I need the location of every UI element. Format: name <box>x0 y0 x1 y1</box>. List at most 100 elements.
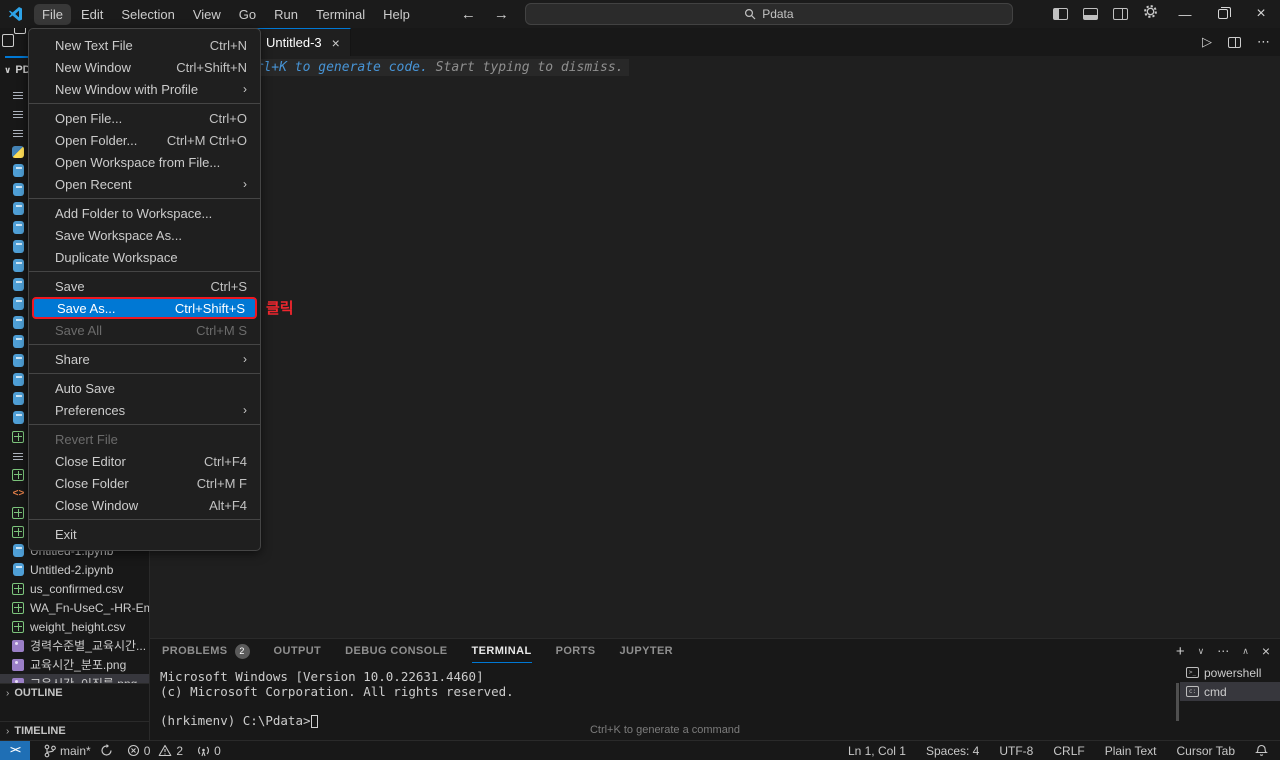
menu-item-open-recent[interactable]: Open Recent› <box>32 173 257 195</box>
more-actions-icon[interactable]: ⋯ <box>1257 34 1270 50</box>
timeline-section-header[interactable]: › TIMELINE <box>0 721 149 740</box>
menubar-item-go[interactable]: Go <box>231 4 264 25</box>
menu-item-preferences[interactable]: Preferences› <box>32 399 257 421</box>
menu-item-label: Close Window <box>55 498 138 513</box>
notebook-file-icon <box>13 373 24 386</box>
menubar-item-run[interactable]: Run <box>266 4 306 25</box>
panel-more-icon[interactable]: ⋯ <box>1217 644 1229 658</box>
menubar-item-help[interactable]: Help <box>375 4 418 25</box>
image-file-icon <box>12 640 24 652</box>
tree-item-경력수준별-교육시간[interactable]: 경력수준별_교육시간... <box>0 636 149 655</box>
git-branch-status[interactable]: main* <box>44 744 113 758</box>
menubar-item-file[interactable]: File <box>34 4 71 25</box>
panel-tab-bar: PROBLEMS2 OUTPUT DEBUG CONSOLE TERMINAL PORT… <box>150 639 1280 663</box>
statusbar-cursor-tab[interactable]: Cursor Tab <box>1177 744 1235 758</box>
panel-tab-debug-console[interactable]: DEBUG CONSOLE <box>345 639 447 663</box>
menu-item-new-text-file[interactable]: New Text FileCtrl+N <box>32 34 257 56</box>
menu-item-shortcut: Ctrl+Shift+N <box>176 60 247 75</box>
statusbar-utf-8[interactable]: UTF-8 <box>999 744 1033 758</box>
panel-tab-terminal[interactable]: TERMINAL <box>472 639 532 663</box>
terminal-instance-powershell[interactable]: >_powershell <box>1180 663 1280 682</box>
menu-item-label: Save <box>55 279 85 294</box>
tree-item-weight-height-csv[interactable]: weight_height.csv <box>0 617 149 636</box>
panel-close-icon[interactable]: × <box>1262 643 1270 659</box>
menu-item-save-workspace-as[interactable]: Save Workspace As... <box>32 224 257 246</box>
window-restore-button[interactable] <box>1204 0 1242 28</box>
tree-item-교육시간-분포-png[interactable]: 교육시간_분포.png <box>0 655 149 674</box>
menubar-item-edit[interactable]: Edit <box>73 4 111 25</box>
menubar-item-view[interactable]: View <box>185 4 229 25</box>
statusbar-plain-text[interactable]: Plain Text <box>1105 744 1157 758</box>
menu-item-duplicate-workspace[interactable]: Duplicate Workspace <box>32 246 257 268</box>
panel-tab-output[interactable]: OUTPUT <box>274 639 322 663</box>
table-file-icon <box>12 583 24 595</box>
radio-tower-icon <box>197 744 210 757</box>
menu-item-share[interactable]: Share› <box>32 348 257 370</box>
warning-count: 2 <box>176 744 183 758</box>
menu-item-label: Preferences <box>55 403 125 418</box>
scrollbar-thumb[interactable] <box>1176 683 1179 721</box>
panel-tab-problems[interactable]: PROBLEMS2 <box>162 639 250 663</box>
terminal-instance-name: cmd <box>1204 685 1227 699</box>
terminal-line: Microsoft Windows [Version 10.0.22631.44… <box>160 670 1180 685</box>
powershell-terminal-icon: >_ <box>1186 667 1199 678</box>
menu-item-save-as[interactable]: Save As...Ctrl+Shift+S <box>32 297 257 319</box>
menu-item-close-editor[interactable]: Close EditorCtrl+F4 <box>32 450 257 472</box>
panel-tab-jupyter[interactable]: JUPYTER <box>619 639 673 663</box>
sync-icon[interactable] <box>100 744 113 757</box>
tree-item-wa-fn-usec-hr-em[interactable]: WA_Fn-UseC_-HR-Em... <box>0 598 149 617</box>
text-file-icon <box>12 89 24 101</box>
ports-status[interactable]: 0 <box>197 744 221 758</box>
settings-gear-icon[interactable] <box>1143 4 1158 24</box>
menu-item-exit[interactable]: Exit <box>32 523 257 545</box>
outline-label: OUTLINE <box>14 687 62 699</box>
problems-status[interactable]: 0 2 <box>127 744 183 758</box>
notebook-file-icon <box>13 563 24 576</box>
toggle-secondary-sidebar-icon[interactable] <box>1113 8 1128 20</box>
bell-icon[interactable] <box>1255 744 1268 757</box>
toggle-sidebar-icon[interactable] <box>1053 8 1068 20</box>
menu-item-new-window[interactable]: New WindowCtrl+Shift+N <box>32 56 257 78</box>
ports-count: 0 <box>214 744 221 758</box>
timeline-label: TIMELINE <box>14 725 65 737</box>
panel-tab-ports[interactable]: PORTS <box>556 639 596 663</box>
statusbar-crlf[interactable]: CRLF <box>1053 744 1084 758</box>
statusbar-ln-1-col-1[interactable]: Ln 1, Col 1 <box>848 744 906 758</box>
menu-item-open-workspace-from-file[interactable]: Open Workspace from File... <box>32 151 257 173</box>
command-center-search[interactable]: Pdata <box>525 3 1013 25</box>
terminal-instance-cmd[interactable]: c:cmd <box>1180 682 1280 701</box>
remote-indicator[interactable]: >< <box>0 741 30 760</box>
menu-item-shortcut: Ctrl+O <box>209 111 247 126</box>
xml-file-icon: <> <box>12 487 25 500</box>
menu-item-open-file[interactable]: Open File...Ctrl+O <box>32 107 257 129</box>
window-close-button[interactable]: × <box>1242 0 1280 28</box>
history-forward-icon[interactable]: → <box>494 6 509 23</box>
menu-item-add-folder-to-workspace[interactable]: Add Folder to Workspace... <box>32 202 257 224</box>
menu-item-new-window-with-profile[interactable]: New Window with Profile› <box>32 78 257 100</box>
notebook-file-icon <box>13 297 24 310</box>
toggle-panel-icon[interactable] <box>1083 8 1098 20</box>
menubar-item-selection[interactable]: Selection <box>113 4 182 25</box>
terminal-dropdown-icon[interactable]: ∨ <box>1198 646 1205 657</box>
outline-section-header[interactable]: › OUTLINE <box>0 683 149 702</box>
menubar-item-terminal[interactable]: Terminal <box>308 4 373 25</box>
menu-item-shortcut: Alt+F4 <box>209 498 247 513</box>
split-editor-icon[interactable] <box>1228 37 1241 48</box>
new-terminal-icon[interactable]: + <box>1176 643 1185 660</box>
window-minimize-button[interactable]: — <box>1166 0 1204 28</box>
tree-item-name: Untitled-2.ipynb <box>30 563 113 577</box>
run-button[interactable]: ▷ <box>1202 34 1212 50</box>
history-back-icon[interactable]: ← <box>461 6 476 23</box>
statusbar-spaces-4[interactable]: Spaces: 4 <box>926 744 979 758</box>
tree-item-untitled-2-ipynb[interactable]: Untitled-2.ipynb <box>0 560 149 579</box>
menu-item-close-folder[interactable]: Close FolderCtrl+M F <box>32 472 257 494</box>
tree-item-us-confirmed-csv[interactable]: us_confirmed.csv <box>0 579 149 598</box>
tab-close-icon[interactable]: × <box>332 35 340 51</box>
panel-maximize-icon[interactable]: ∧ <box>1242 646 1249 657</box>
menu-item-save[interactable]: SaveCtrl+S <box>32 275 257 297</box>
menu-item-label: Close Folder <box>55 476 129 491</box>
menu-item-auto-save[interactable]: Auto Save <box>32 377 257 399</box>
menu-item-open-folder[interactable]: Open Folder...Ctrl+M Ctrl+O <box>32 129 257 151</box>
menu-item-close-window[interactable]: Close Window Alt+F4 <box>32 494 257 516</box>
editor-body[interactable]: Ctrl+K to generate code. Start typing to… <box>150 56 1280 638</box>
